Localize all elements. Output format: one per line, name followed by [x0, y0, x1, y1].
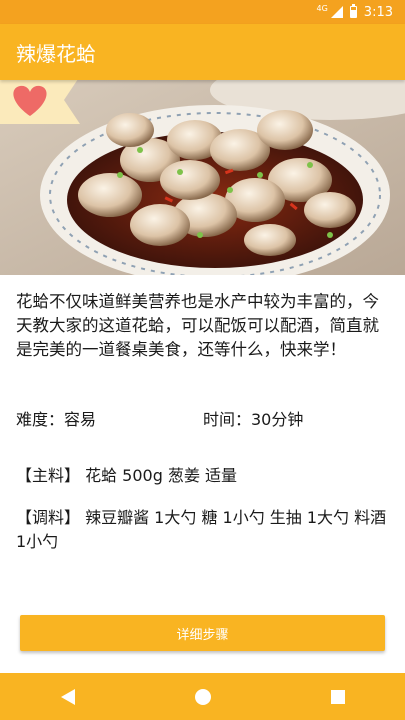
detailed-steps-button[interactable]: 详细步骤: [20, 615, 385, 651]
seasonings: 【调料】 辣豆瓣酱 1大勺 糖 1小勺 生抽 1大勺 料酒 1小勺: [16, 508, 387, 551]
recents-button[interactable]: [318, 677, 358, 717]
signal-icon: [330, 6, 343, 18]
home-circle-icon: [194, 688, 211, 705]
status-time: 3:13: [363, 4, 393, 20]
difficulty-label: 难度：容易: [16, 410, 97, 429]
back-button[interactable]: [48, 677, 88, 717]
recipe-content: 花蛤不仅味道鲜美营养也是水产中较为丰富的，今天教大家的这道花蛤，可以配饭可以配酒…: [16, 290, 389, 551]
time-label: 时间：30分钟: [203, 410, 304, 429]
app-bar: 辣爆花蛤: [0, 24, 405, 80]
recipe-description: 花蛤不仅味道鲜美营养也是水产中较为丰富的，今天教大家的这道花蛤，可以配饭可以配酒…: [16, 292, 379, 359]
page-title: 辣爆花蛤: [16, 41, 96, 66]
back-triangle-icon: [60, 688, 75, 705]
status-bar: 4G 3:13: [0, 0, 405, 24]
battery-icon: [349, 4, 357, 18]
home-button[interactable]: [183, 677, 223, 717]
network-type: 4G: [316, 4, 328, 13]
main-ingredients: 【主料】 花蛤 500g 葱姜 适量: [16, 466, 238, 485]
system-nav-bar: [0, 673, 405, 720]
recents-square-icon: [330, 689, 345, 704]
heart-icon: [0, 76, 80, 124]
favorite-button[interactable]: [0, 76, 80, 128]
